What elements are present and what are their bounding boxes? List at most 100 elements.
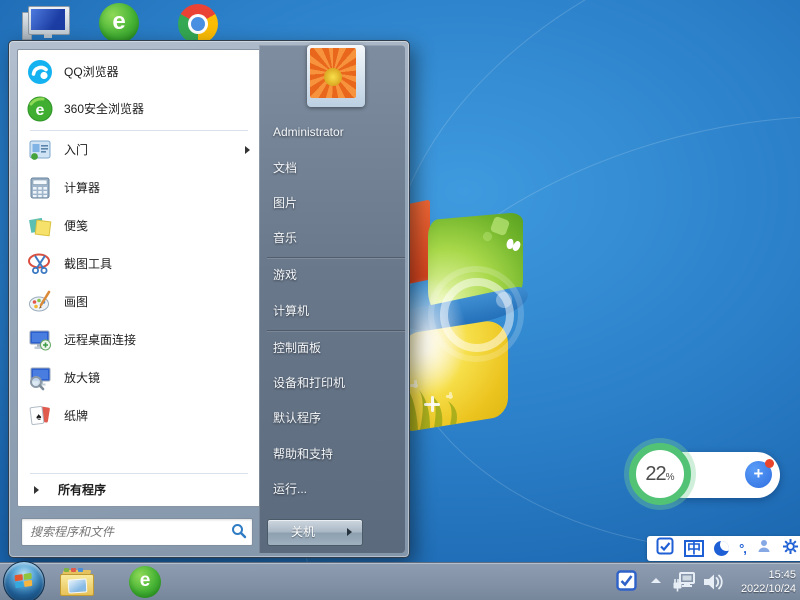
rightmenu-item-help-support[interactable]: 帮助和支持	[273, 442, 405, 466]
solitaire-icon: ♠	[27, 403, 53, 429]
shutdown-options-button[interactable]	[338, 519, 363, 546]
ime-chinese-mode-button[interactable]: 中	[684, 540, 704, 557]
chrome-blue-center	[191, 17, 205, 31]
item-label: 画图	[64, 284, 88, 320]
item-label: QQ浏览器	[64, 54, 119, 90]
snipping-tool-icon	[27, 251, 53, 277]
sparkle-decor	[410, 380, 418, 388]
start-button[interactable]	[3, 561, 45, 600]
all-programs-button[interactable]: 所有程序	[18, 476, 260, 504]
menu-separator	[267, 330, 405, 331]
avatar-flower-image	[310, 48, 356, 98]
startmenu-item-getting-started[interactable]: 入门	[18, 132, 260, 168]
memory-usage-ball[interactable]: 22%	[629, 443, 691, 505]
ime-punctuation-button[interactable]: °,	[739, 541, 746, 556]
submenu-arrow-icon	[245, 146, 250, 154]
item-label: 360安全浏览器	[64, 91, 144, 127]
rightmenu-item-run[interactable]: 运行...	[273, 477, 405, 501]
desktop: e QQ浏览器 e 360安全浏览器 入门	[0, 0, 800, 600]
menu-separator	[30, 473, 248, 474]
item-label: 纸牌	[64, 398, 88, 434]
item-label: 便笺	[64, 208, 88, 244]
folder-tab	[78, 568, 83, 572]
startmenu-item-calculator[interactable]: 计算器	[18, 170, 260, 206]
tray-clock[interactable]: 15:45 2022/10/24	[722, 568, 796, 596]
desktop-icon-chrome[interactable]	[178, 4, 218, 44]
windows-logo-icon	[15, 573, 34, 590]
rightmenu-item-control-panel[interactable]: 控制面板	[273, 336, 405, 360]
item-label: 截图工具	[64, 246, 112, 282]
usage-percent: 22	[645, 463, 665, 485]
startmenu-item-solitaire[interactable]: ♠ 纸牌	[18, 398, 260, 434]
360-browser-icon: e	[27, 96, 53, 122]
startmenu-item-paint[interactable]: 画图	[18, 284, 260, 320]
startmenu-item-snipping-tool[interactable]: 截图工具	[18, 246, 260, 282]
rightmenu-item-music[interactable]: 音乐	[273, 226, 405, 250]
shutdown-arrow-icon	[347, 528, 352, 536]
startmenu-item-remote-desktop[interactable]: 远程桌面连接	[18, 322, 260, 358]
rightmenu-item-default-programs[interactable]: 默认程序	[273, 406, 405, 430]
startmenu-item-qq-browser[interactable]: QQ浏览器	[18, 54, 260, 90]
desktop-icon-computer[interactable]	[22, 6, 70, 40]
svg-text:e: e	[36, 102, 45, 119]
paint-icon	[27, 289, 53, 315]
startmenu-item-360-browser[interactable]: e 360安全浏览器	[18, 91, 260, 127]
ime-logo-icon[interactable]	[656, 537, 674, 560]
calculator-icon	[27, 175, 53, 201]
shutdown-button[interactable]: 关机	[267, 519, 339, 546]
search-icon[interactable]	[231, 523, 247, 544]
startmenu-item-magnifier[interactable]: 放大镜	[18, 360, 260, 396]
rightmenu-item-computer[interactable]: 计算机	[273, 299, 405, 323]
rightmenu-item-documents[interactable]: 文档	[273, 156, 405, 180]
search-box[interactable]	[21, 518, 253, 546]
computer-stand	[44, 34, 52, 38]
tray-network-icon[interactable]	[672, 571, 696, 598]
item-label: 远程桌面连接	[64, 322, 136, 358]
bokeh-decor	[496, 292, 512, 308]
flag-ring-outer	[428, 266, 524, 362]
item-label: 计算器	[64, 170, 100, 206]
ime-fullwidth-moon-icon[interactable]	[714, 541, 729, 556]
all-programs-label: 所有程序	[58, 476, 106, 504]
tray-volume-icon[interactable]	[702, 572, 724, 597]
desktop-icon-360-browser[interactable]: e	[99, 3, 139, 43]
startmenu-item-sticky-notes[interactable]: 便笺	[18, 208, 260, 244]
clock-time: 15:45	[722, 568, 796, 582]
start-menu: QQ浏览器 e 360安全浏览器 入门 计算器	[8, 40, 410, 558]
folder-tab	[71, 568, 76, 572]
ime-user-icon[interactable]	[756, 538, 772, 559]
tray-360-safety-icon[interactable]	[616, 570, 637, 596]
360-e-glyph: e	[112, 8, 125, 35]
360-e-glyph: e	[140, 570, 151, 591]
menu-separator	[30, 130, 248, 131]
taskbar-360-browser-button[interactable]: e	[126, 566, 166, 598]
item-label: 放大镜	[64, 360, 100, 396]
item-label: 入门	[64, 132, 88, 168]
rightmenu-item-pictures[interactable]: 图片	[273, 191, 405, 215]
folder-tab	[64, 568, 69, 572]
ime-settings-gear-icon[interactable]	[782, 538, 799, 560]
user-name[interactable]: Administrator	[273, 120, 405, 144]
menu-separator	[267, 257, 405, 258]
sparkle-decor	[446, 392, 453, 399]
sparkle-decor	[424, 396, 440, 412]
clock-date: 2022/10/24	[722, 582, 796, 596]
show-hidden-icons-button[interactable]	[651, 578, 661, 583]
getting-started-icon	[27, 137, 53, 163]
user-avatar[interactable]	[307, 45, 365, 107]
folder-glass-window	[68, 578, 88, 593]
remote-desktop-icon	[27, 327, 53, 353]
sticky-notes-icon	[27, 213, 53, 239]
taskbar-explorer-button[interactable]	[58, 566, 98, 598]
all-programs-arrow-icon	[34, 486, 39, 494]
search-input[interactable]	[28, 521, 222, 543]
notification-dot	[765, 459, 774, 468]
taskbar: e 15:45 2022/10/24	[0, 562, 800, 600]
computer-screen	[31, 9, 65, 30]
magnifier-icon	[27, 365, 53, 391]
qq-browser-icon	[27, 59, 53, 85]
360-browser-icon: e	[129, 566, 161, 598]
rightmenu-item-games[interactable]: 游戏	[273, 263, 405, 287]
ime-language-bar[interactable]: 中 °,	[647, 536, 800, 561]
rightmenu-item-devices-printers[interactable]: 设备和打印机	[273, 371, 405, 395]
